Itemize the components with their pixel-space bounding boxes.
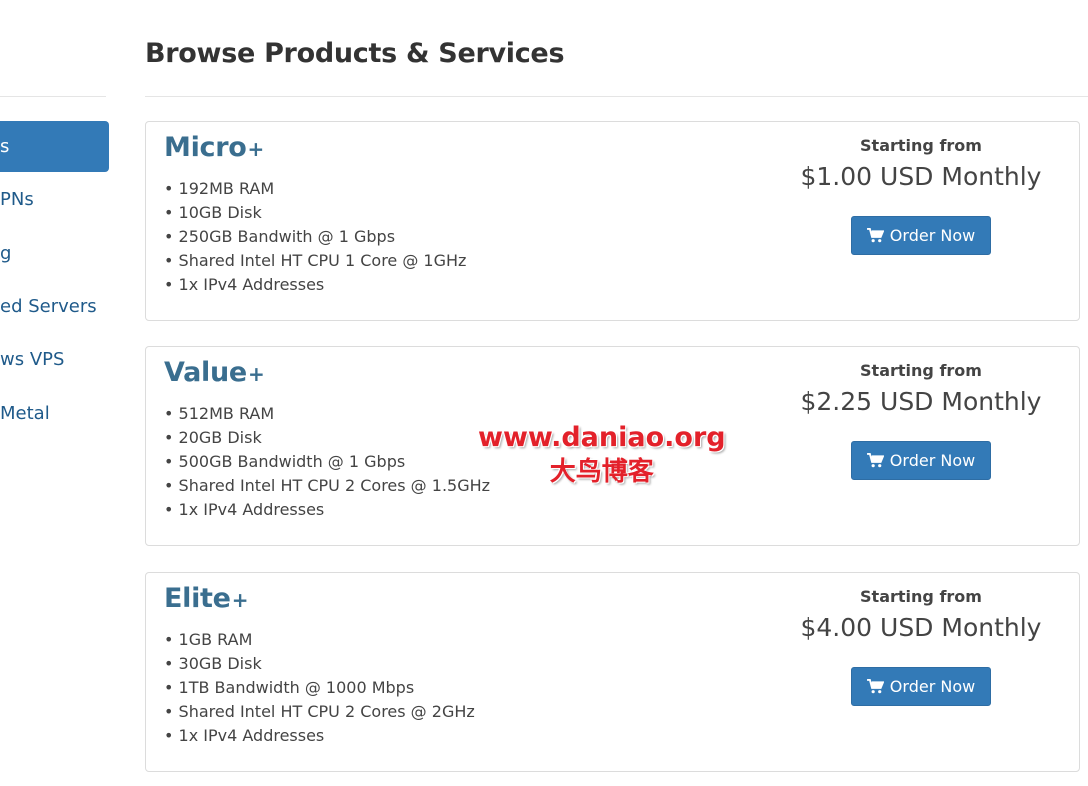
- order-now-label: Order Now: [889, 677, 976, 696]
- feature-item: 1x IPv4 Addresses: [164, 273, 466, 297]
- sidebar-item-g[interactable]: g: [0, 228, 109, 279]
- feature-item: 1TB Bandwidth @ 1000 Mbps: [164, 676, 475, 700]
- order-now-label: Order Now: [889, 226, 976, 245]
- feature-item: 10GB Disk: [164, 201, 466, 225]
- price: $1.00 USD Monthly: [800, 162, 1042, 191]
- product-card: Micro+ 192MB RAM 10GB Disk 250GB Bandwit…: [145, 121, 1080, 321]
- product-name: Micro+: [164, 132, 264, 163]
- product-name-suffix: +: [247, 137, 265, 161]
- shopping-cart-icon: [866, 679, 884, 694]
- product-card: Elite+ 1GB RAM 30GB Disk 1TB Bandwidth @…: [145, 572, 1080, 772]
- sidebar-item-active[interactable]: s: [0, 121, 109, 172]
- order-now-button[interactable]: Order Now: [850, 441, 992, 480]
- sidebar-item-label: Metal: [0, 403, 50, 424]
- feature-item: 192MB RAM: [164, 177, 466, 201]
- starting-from-label: Starting from: [860, 361, 982, 380]
- feature-item: 512MB RAM: [164, 402, 490, 426]
- product-name-suffix: +: [247, 362, 265, 386]
- product-name-suffix: +: [231, 588, 249, 612]
- sidebar-divider: [0, 96, 106, 97]
- product-name-text: Micro: [164, 132, 247, 163]
- sidebar-item-bare-metal[interactable]: Metal: [0, 388, 109, 439]
- shopping-cart-icon: [866, 453, 884, 468]
- feature-item: 500GB Bandwidth @ 1 Gbps: [164, 450, 490, 474]
- feature-item: 250GB Bandwith @ 1 Gbps: [164, 225, 466, 249]
- sidebar-item-label: ed Servers: [0, 296, 97, 317]
- order-now-button[interactable]: Order Now: [850, 216, 992, 255]
- feature-item: 1GB RAM: [164, 628, 475, 652]
- pricing: Starting from $2.25 USD Monthly Order No…: [786, 361, 1056, 480]
- sidebar: s PNs g ed Servers ws VPS Metal: [0, 0, 110, 786]
- sidebar-item-label: PNs: [0, 189, 34, 210]
- feature-list: 512MB RAM 20GB Disk 500GB Bandwidth @ 1 …: [164, 402, 491, 522]
- product-card: Value+ 512MB RAM 20GB Disk 500GB Bandwid…: [145, 346, 1080, 546]
- price: $2.25 USD Monthly: [800, 387, 1042, 416]
- feature-list: 192MB RAM 10GB Disk 250GB Bandwith @ 1 G…: [164, 177, 467, 297]
- feature-item: Shared Intel HT CPU 2 Cores @ 2GHz: [164, 700, 475, 724]
- order-now-label: Order Now: [889, 451, 976, 470]
- price: $4.00 USD Monthly: [800, 613, 1042, 642]
- starting-from-label: Starting from: [860, 136, 982, 155]
- shopping-cart-icon: [866, 228, 884, 243]
- sidebar-item-label: s: [0, 136, 10, 157]
- title-divider: [145, 96, 1088, 97]
- order-now-button[interactable]: Order Now: [850, 667, 992, 706]
- product-name-text: Elite: [164, 583, 231, 614]
- feature-item: 1x IPv4 Addresses: [164, 724, 475, 748]
- sidebar-item-label: g: [0, 243, 12, 264]
- product-name: Value+: [164, 357, 265, 388]
- feature-item: Shared Intel HT CPU 1 Core @ 1GHz: [164, 249, 467, 273]
- sidebar-item-windows-vps[interactable]: ws VPS: [0, 334, 109, 385]
- starting-from-label: Starting from: [860, 587, 982, 606]
- sidebar-item-vpns[interactable]: PNs: [0, 174, 109, 225]
- pricing: Starting from $1.00 USD Monthly Order No…: [786, 136, 1056, 255]
- sidebar-item-dedicated-servers[interactable]: ed Servers: [0, 281, 109, 332]
- feature-item: Shared Intel HT CPU 2 Cores @ 1.5GHz: [164, 474, 491, 498]
- feature-item: 30GB Disk: [164, 652, 475, 676]
- sidebar-item-label: ws VPS: [0, 349, 65, 370]
- product-name-text: Value: [164, 357, 247, 388]
- feature-item: 20GB Disk: [164, 426, 490, 450]
- feature-item: 1x IPv4 Addresses: [164, 498, 490, 522]
- feature-list: 1GB RAM 30GB Disk 1TB Bandwidth @ 1000 M…: [164, 628, 475, 748]
- product-name: Elite+: [164, 583, 248, 614]
- page-title: Browse Products & Services: [145, 38, 565, 69]
- pricing: Starting from $4.00 USD Monthly Order No…: [786, 587, 1056, 706]
